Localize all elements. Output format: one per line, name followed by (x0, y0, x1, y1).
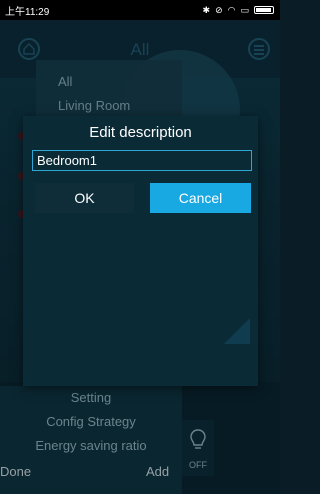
no-sound-icon: ⊘ (215, 4, 223, 15)
battery-icon (254, 6, 274, 14)
description-input[interactable] (32, 150, 252, 171)
sim-icon: ▭ (240, 4, 249, 15)
status-icons: ✱ ⊘ ◠ ▭ (203, 5, 274, 16)
dialog-title: Edit description (89, 124, 192, 141)
ok-button[interactable]: OK (35, 183, 134, 213)
edit-description-dialog: Edit description OK Cancel (23, 116, 258, 386)
bluetooth-icon: ✱ (202, 4, 211, 15)
status-time: 上午11:29 (5, 6, 50, 18)
wifi-icon: ◠ (227, 4, 236, 15)
cancel-button[interactable]: Cancel (150, 183, 251, 213)
status-bar: 上午11:29 ✱ ⊘ ◠ ▭ (0, 0, 280, 20)
decorative-glyph (224, 318, 250, 344)
